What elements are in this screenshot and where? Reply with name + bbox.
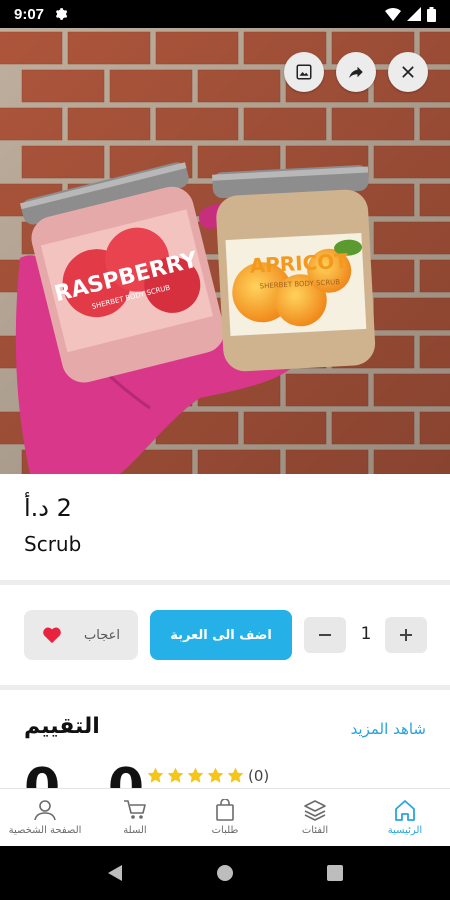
close-button[interactable] <box>388 52 428 92</box>
image-gallery-icon <box>296 64 312 80</box>
add-to-cart-button[interactable]: اضف الى العربة <box>150 610 292 660</box>
status-icons <box>385 6 436 22</box>
back-icon[interactable] <box>106 863 124 883</box>
wifi-icon <box>385 8 401 21</box>
nav-label-home: الرئيسية <box>387 825 423 836</box>
status-bar: 9:07 <box>0 0 450 28</box>
star-icon <box>167 767 184 783</box>
system-navigation-bar <box>0 846 450 900</box>
signal-icon <box>407 7 421 21</box>
shopping-bag-icon <box>216 799 234 821</box>
nav-label-categories: الفئات <box>301 825 329 836</box>
star-icon <box>227 767 244 783</box>
rating-stars <box>146 766 245 785</box>
gallery-button[interactable] <box>284 52 324 92</box>
see-more-link[interactable]: شاهد المزيد <box>351 720 426 738</box>
battery-icon <box>427 6 436 22</box>
share-button[interactable] <box>336 52 376 92</box>
share-arrow-icon <box>349 66 363 78</box>
nav-label-cart: السلة <box>123 825 147 836</box>
status-time: 9:07 <box>14 5 45 23</box>
decrease-quantity-button[interactable] <box>304 617 346 653</box>
star-icon <box>147 767 164 783</box>
product-image[interactable]: RASPBERRY SHERBET BODY SCRUB APRICOT SHE… <box>0 28 450 474</box>
minus-icon <box>319 634 331 636</box>
nav-label-orders: طلبات <box>211 825 239 836</box>
plus-icon <box>400 629 412 641</box>
star-icon <box>187 767 204 783</box>
like-button[interactable]: اعجاب <box>24 610 138 660</box>
star-icon <box>207 767 224 783</box>
layers-icon <box>304 800 326 821</box>
product-price: 2 د.أ <box>24 494 72 522</box>
recents-icon[interactable] <box>326 864 344 882</box>
rating-title: التقييم <box>24 714 100 739</box>
nav-item-profile[interactable]: الصفحة الشخصية <box>0 789 90 846</box>
like-label: اعجاب <box>84 627 120 643</box>
quantity-value: 1 <box>360 624 372 644</box>
review-count: (0) <box>248 767 270 785</box>
nav-item-home[interactable]: الرئيسية <box>360 789 450 846</box>
add-to-cart-label: اضف الى العربة <box>170 627 272 643</box>
section-divider <box>0 580 450 585</box>
close-icon <box>402 66 414 78</box>
home-icon <box>395 800 415 821</box>
nav-item-orders[interactable]: طلبات <box>180 789 270 846</box>
product-title: Scrub <box>24 532 82 556</box>
bottom-navigation: الرئيسية الفئات طلبات السلة الصفحة الشخص… <box>0 788 450 846</box>
section-divider <box>0 685 450 690</box>
increase-quantity-button[interactable] <box>385 617 427 653</box>
home-circle-icon[interactable] <box>215 863 235 883</box>
heart-icon <box>43 627 61 644</box>
settings-gear-icon <box>55 8 68 20</box>
nav-label-profile: الصفحة الشخصية <box>8 825 82 836</box>
nav-item-categories[interactable]: الفئات <box>270 789 360 846</box>
profile-icon <box>34 800 56 821</box>
nav-item-cart[interactable]: السلة <box>90 789 180 846</box>
cart-icon <box>124 800 146 819</box>
